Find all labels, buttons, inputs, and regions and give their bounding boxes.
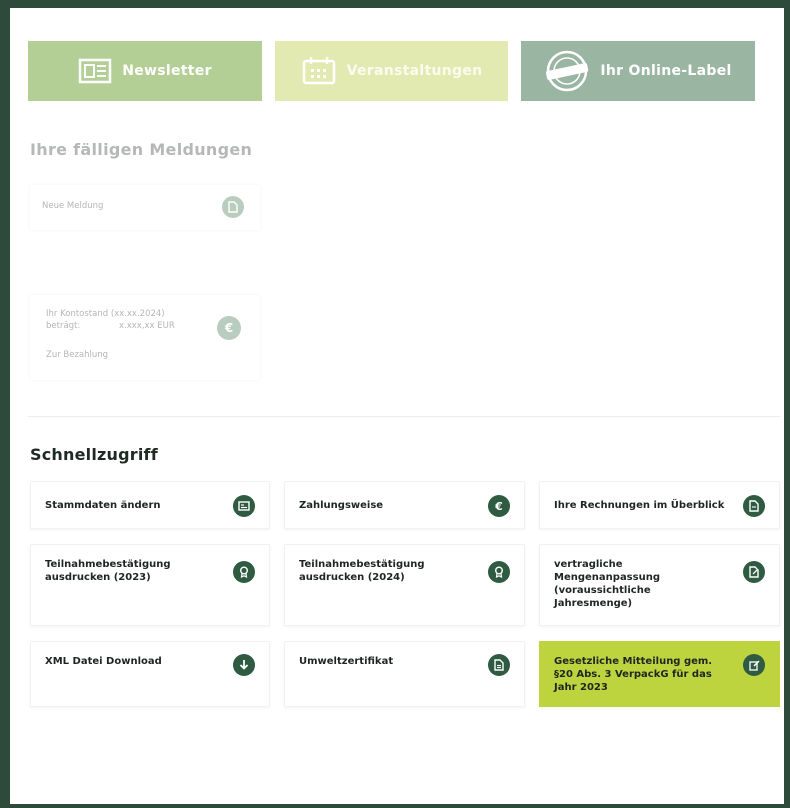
online-label-text: Ihr Online-Label	[600, 63, 732, 79]
euro-icon[interactable]: €	[217, 316, 241, 340]
tile-gesetzliche-mitteilung[interactable]: Gesetzliche Mitteilung gem. §20 Abs. 3 V…	[539, 641, 780, 707]
newsletter-button[interactable]: Newsletter	[28, 41, 262, 101]
account-balance-label: beträgt:	[46, 321, 81, 331]
account-balance-card: Ihr Kontostand (xx.xx.2024) beträgt: x.x…	[30, 295, 260, 380]
edit-document-icon	[743, 561, 765, 583]
download-icon	[233, 654, 255, 676]
due-reports-title: Ihre fälligen Meldungen	[30, 140, 253, 159]
account-balance-date: Ihr Kontostand (xx.xx.2024)	[46, 309, 165, 319]
events-button[interactable]: Veranstaltungen	[275, 41, 508, 101]
document-icon	[222, 196, 244, 218]
online-label-button[interactable]: Ihr Online-Label	[521, 41, 755, 101]
award-icon	[488, 561, 510, 583]
new-report-label: Neue Meldung	[42, 201, 104, 211]
id-card-icon	[233, 495, 255, 517]
tile-label: Stammdaten ändern	[45, 499, 161, 511]
certificate-icon	[488, 654, 510, 676]
quick-access-title: Schnellzugriff	[30, 445, 158, 464]
tile-label: XML Datei Download	[45, 656, 162, 667]
new-report-card[interactable]: Neue Meldung	[30, 185, 260, 230]
tile-label: Umweltzertifikat	[299, 656, 394, 667]
newsletter-label: Newsletter	[122, 63, 212, 79]
tile-xml-download[interactable]: XML Datei Download	[30, 641, 270, 707]
tile-label: Gesetzliche Mitteilung gem. §20 Abs. 3 V…	[554, 656, 713, 693]
tile-label: Ihre Rechnungen im Überblick	[554, 499, 725, 511]
tile-rechnungen[interactable]: Ihre Rechnungen im Überblick	[539, 481, 780, 529]
account-balance-row: beträgt: x.xxx,xx EUR	[46, 320, 196, 332]
tile-teilnahme-2023[interactable]: Teilnahmebestätigung ausdrucken (2023)	[30, 544, 270, 626]
pay-link[interactable]: Zur Bezahlung	[46, 349, 108, 361]
edit-icon	[743, 654, 765, 676]
tile-label: vertragliche Mengenanpassung (voraussich…	[554, 559, 660, 609]
tile-label: Zahlungsweise	[299, 499, 384, 511]
euro-icon: €	[488, 495, 510, 517]
calendar-icon	[301, 56, 337, 86]
section-divider	[28, 416, 780, 417]
document-icon	[743, 495, 765, 517]
tile-stammdaten[interactable]: Stammdaten ändern	[30, 481, 270, 529]
award-icon	[233, 561, 255, 583]
tile-umweltzertifikat[interactable]: Umweltzertifikat	[284, 641, 525, 707]
tile-zahlungsweise[interactable]: Zahlungsweise €	[284, 481, 525, 529]
tile-teilnahme-2024[interactable]: Teilnahmebestätigung ausdrucken (2024)	[284, 544, 525, 626]
tile-label: Teilnahmebestätigung ausdrucken (2024)	[299, 559, 425, 583]
tile-label: Teilnahmebestätigung ausdrucken (2023)	[45, 559, 171, 583]
seal-icon	[544, 48, 590, 94]
tile-mengenanpassung[interactable]: vertragliche Mengenanpassung (voraussich…	[539, 544, 780, 626]
events-label: Veranstaltungen	[346, 63, 483, 79]
account-balance-value: x.xxx,xx EUR	[119, 321, 175, 331]
newspaper-icon	[78, 58, 112, 84]
